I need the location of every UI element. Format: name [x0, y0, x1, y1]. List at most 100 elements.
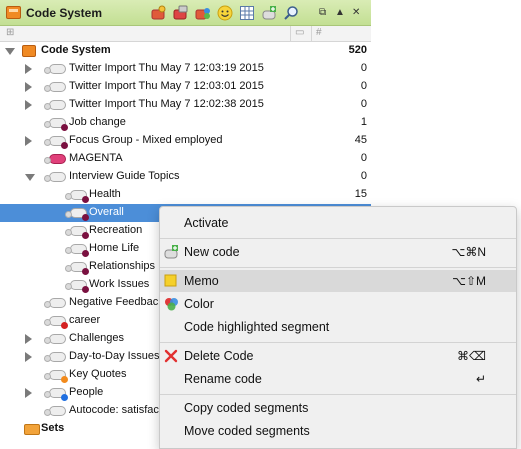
menu-separator — [160, 342, 516, 343]
tree-row-label: Interview Guide Topics — [69, 170, 180, 182]
menu-item-code-highlighted-segment[interactable]: Code highlighted segment — [160, 316, 516, 338]
shortcut-label: ⌥⇧M — [452, 274, 486, 288]
code-icon — [44, 334, 66, 344]
tree-row-label: Sets — [41, 422, 65, 434]
tree-row[interactable]: Twitter Import Thu May 7 12:02:38 2015 0 — [0, 96, 371, 114]
expand-triangle-icon[interactable] — [25, 136, 32, 146]
expand-triangle-icon[interactable] — [25, 82, 32, 92]
color-dot-icon — [61, 322, 68, 329]
tree-row-label: Twitter Import Thu May 7 12:03:01 2015 — [69, 80, 264, 92]
tree-row-count: 1 — [360, 116, 367, 128]
new-code-icon[interactable] — [261, 5, 277, 21]
tree-row-count: 520 — [348, 44, 367, 56]
expand-triangle-icon[interactable] — [25, 388, 32, 398]
tree-row-label: Negative Feedback — [69, 296, 164, 308]
color-palette-icon — [164, 297, 178, 311]
tree-row-label: Job change — [69, 116, 126, 128]
window-title: Code System — [26, 6, 103, 20]
tree-row-label: Key Quotes — [69, 368, 127, 380]
shortcut-label: ⌘⌫ — [457, 349, 486, 363]
expand-triangle-icon[interactable] — [25, 334, 32, 344]
expand-triangle-icon[interactable] — [5, 48, 15, 55]
delete-x-icon — [164, 349, 178, 363]
comment-column-icon[interactable]: ▭ — [295, 27, 304, 38]
tree-row-label: Code System — [41, 44, 111, 56]
tree-row-count: 45 — [354, 134, 367, 146]
expand-triangle-icon[interactable] — [25, 64, 32, 74]
search-icon[interactable] — [283, 5, 299, 21]
color-dot-icon — [82, 196, 89, 203]
code-icon — [44, 154, 66, 164]
menu-item-delete-code[interactable]: Delete Code ⌘⌫ — [160, 345, 516, 367]
tree-row[interactable]: Twitter Import Thu May 7 12:03:01 2015 0 — [0, 78, 371, 96]
menu-item-rename-code[interactable]: Rename code ↵ — [160, 368, 516, 390]
activate-codes-icon[interactable] — [151, 5, 167, 21]
tree-row-code-system[interactable]: Code System 520 — [0, 42, 371, 60]
tree-row-count: 0 — [360, 80, 367, 92]
context-menu: Activate New code ⌥⌘N Memo ⌥⇧M Color Cod… — [159, 206, 517, 449]
tree-row[interactable]: MAGENTA 0 — [0, 150, 371, 168]
emoticode-icon[interactable] — [217, 5, 233, 21]
menu-item-memo[interactable]: Memo ⌥⇧M — [160, 270, 516, 292]
code-matrix-icon[interactable] — [239, 5, 255, 21]
menu-separator — [160, 394, 516, 395]
color-dot-icon — [82, 268, 89, 275]
sets-folder-icon — [24, 424, 40, 435]
tree-row-label: Recreation — [89, 224, 143, 236]
expand-triangle-icon[interactable] — [25, 352, 32, 362]
tree-row-label: Relationships — [89, 260, 156, 272]
tree-row-label: Overall — [89, 206, 124, 218]
tree-row-label: Twitter Import Thu May 7 12:02:38 2015 — [69, 98, 264, 110]
collapse-icon[interactable]: ▲ — [335, 7, 345, 18]
tree-row-count: 0 — [360, 152, 367, 164]
tree-row-label: Challenges — [69, 332, 125, 344]
tree-row[interactable]: Twitter Import Thu May 7 12:03:19 2015 0 — [0, 60, 371, 78]
code-icon — [44, 298, 66, 308]
menu-item-new-code[interactable]: New code ⌥⌘N — [160, 241, 516, 263]
code-icon — [44, 82, 66, 92]
tree-row-label: Health — [89, 188, 121, 200]
tree-row-label: People — [69, 386, 104, 398]
memo-icon — [164, 274, 178, 288]
menu-item-move-coded-segments[interactable]: Move coded segments — [160, 420, 516, 442]
detach-window-icon[interactable]: ⧉ — [319, 7, 326, 18]
tree-row-count: 0 — [360, 62, 367, 74]
tree-row[interactable]: Focus Group - Mixed employed 45 — [0, 132, 371, 150]
code-favorites-icon[interactable] — [195, 5, 211, 21]
tree-row-label: Day-to-Day Issues — [69, 350, 160, 362]
window-title-bar: Code System ⧉ ▲ ✕ — [0, 0, 371, 26]
tree-row-count: 0 — [360, 170, 367, 182]
shortcut-label: ⌥⌘N — [451, 245, 487, 259]
collapse-triangle-icon[interactable] — [25, 174, 35, 181]
tree-row-label: Autocode: satisfac — [69, 404, 159, 416]
menu-item-copy-coded-segments[interactable]: Copy coded segments — [160, 397, 516, 419]
tree-row-count: 0 — [360, 98, 367, 110]
tree-row-label: Focus Group - Mixed employed — [69, 134, 223, 146]
code-icon — [44, 172, 66, 182]
menu-item-activate[interactable]: Activate — [160, 212, 516, 234]
tree-row-label: career — [69, 314, 101, 326]
code-icon — [44, 64, 66, 74]
code-system-icon — [22, 45, 36, 57]
menu-item-color[interactable]: Color — [160, 293, 516, 315]
expand-triangle-icon[interactable] — [25, 100, 32, 110]
color-dot-icon — [82, 250, 89, 257]
deactivate-codes-icon[interactable] — [173, 5, 189, 21]
tree-row-count: 15 — [354, 188, 367, 200]
tree-row[interactable]: Health 15 — [0, 186, 371, 204]
close-icon[interactable]: ✕ — [352, 7, 360, 18]
color-dot-icon — [82, 286, 89, 293]
tree-row-label: MAGENTA — [69, 152, 123, 164]
tree-header-icon: ⊞ — [6, 27, 15, 38]
color-dot-icon — [61, 394, 68, 401]
tree-row-label: Home Life — [89, 242, 140, 254]
color-dot-icon — [61, 142, 68, 149]
frequency-column-icon[interactable]: # — [316, 27, 322, 38]
tree-row[interactable]: Interview Guide Topics 0 — [0, 168, 371, 186]
color-dot-icon — [61, 124, 68, 131]
column-header: ⊞ ▭ # — [0, 26, 371, 42]
code-system-icon — [6, 6, 21, 19]
color-dot-icon — [82, 232, 89, 239]
tree-row[interactable]: Job change 1 — [0, 114, 371, 132]
menu-separator — [160, 267, 516, 268]
